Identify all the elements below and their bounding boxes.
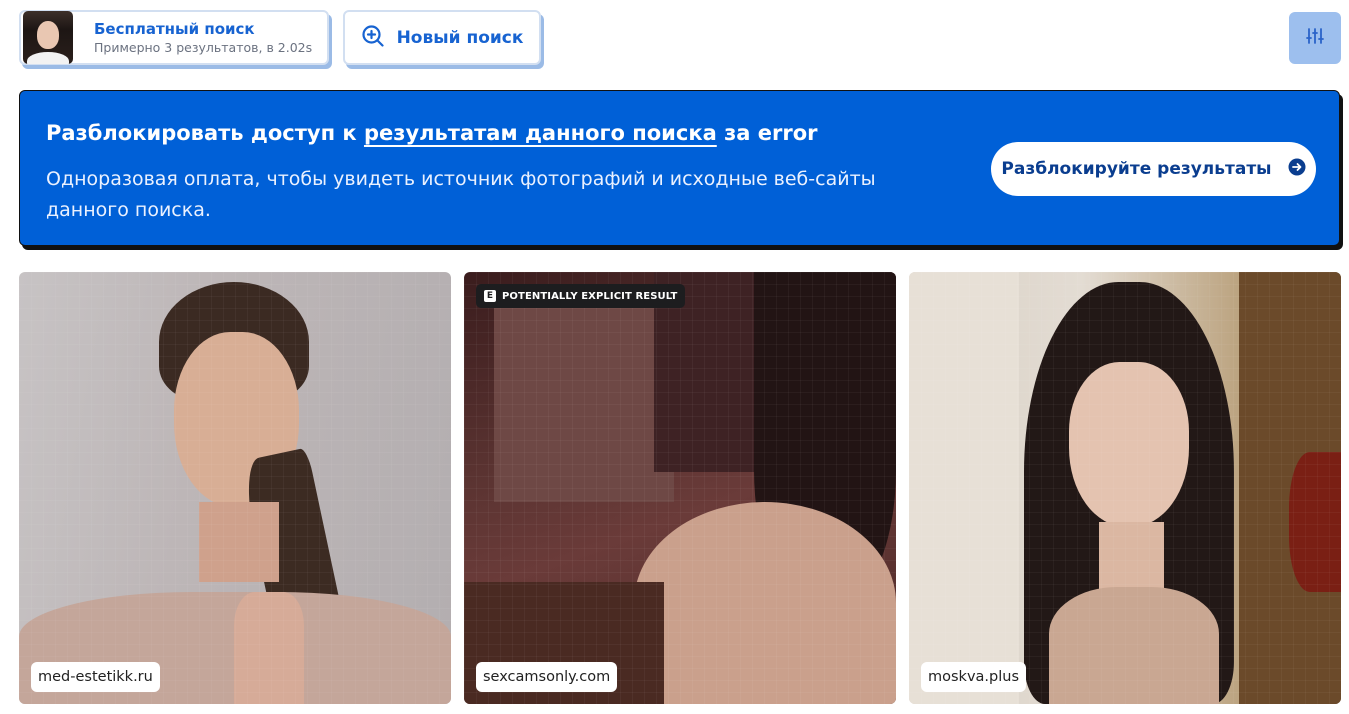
banner-title: Разблокировать доступ к результатам данн… <box>46 121 818 145</box>
explicit-badge: E POTENTIALLY EXPLICIT RESULT <box>476 284 686 308</box>
query-image-thumbnail <box>23 11 73 64</box>
banner-title-suffix: за error <box>716 121 818 145</box>
new-search-button[interactable]: Новый поиск <box>343 10 541 65</box>
search-title: Бесплатный поиск <box>94 19 255 38</box>
result-card[interactable]: moskva.plus <box>909 272 1341 704</box>
unlock-results-button[interactable]: Разблокируйте результаты <box>991 142 1316 196</box>
explicit-e-icon: E <box>484 290 496 302</box>
filter-button[interactable] <box>1289 12 1341 64</box>
result-source-label[interactable]: sexcamsonly.com <box>476 662 618 692</box>
banner-description: Одноразовая оплата, чтобы увидеть источн… <box>46 168 876 221</box>
result-image <box>19 272 451 704</box>
explicit-badge-text: POTENTIALLY EXPLICIT RESULT <box>502 290 678 302</box>
banner-title-prefix: Разблокировать доступ к <box>46 121 364 145</box>
result-source-label[interactable]: med-estetikk.ru <box>31 662 160 692</box>
sliders-icon <box>1306 27 1324 49</box>
unlock-banner: Разблокировать доступ к результатам данн… <box>19 90 1340 246</box>
arrow-circle-right-icon <box>1288 158 1306 180</box>
unlock-results-label: Разблокируйте результаты <box>1001 159 1272 179</box>
zoom-plus-icon <box>361 24 385 52</box>
result-image <box>909 272 1341 704</box>
result-card[interactable]: med-estetikk.ru <box>19 272 451 704</box>
result-image <box>464 272 896 704</box>
banner-title-link[interactable]: результатам данного поиска <box>364 121 717 145</box>
search-result-count: Примерно 3 результатов, в 2.02s <box>94 39 313 55</box>
search-summary-card[interactable]: Бесплатный поиск Примерно 3 результатов,… <box>19 10 329 65</box>
result-card[interactable]: E POTENTIALLY EXPLICIT RESULT sexcamsonl… <box>464 272 896 704</box>
result-source-label[interactable]: moskva.plus <box>921 662 1027 692</box>
search-summary-text: Бесплатный поиск Примерно 3 результатов,… <box>94 19 312 57</box>
new-search-label: Новый поиск <box>396 27 524 48</box>
